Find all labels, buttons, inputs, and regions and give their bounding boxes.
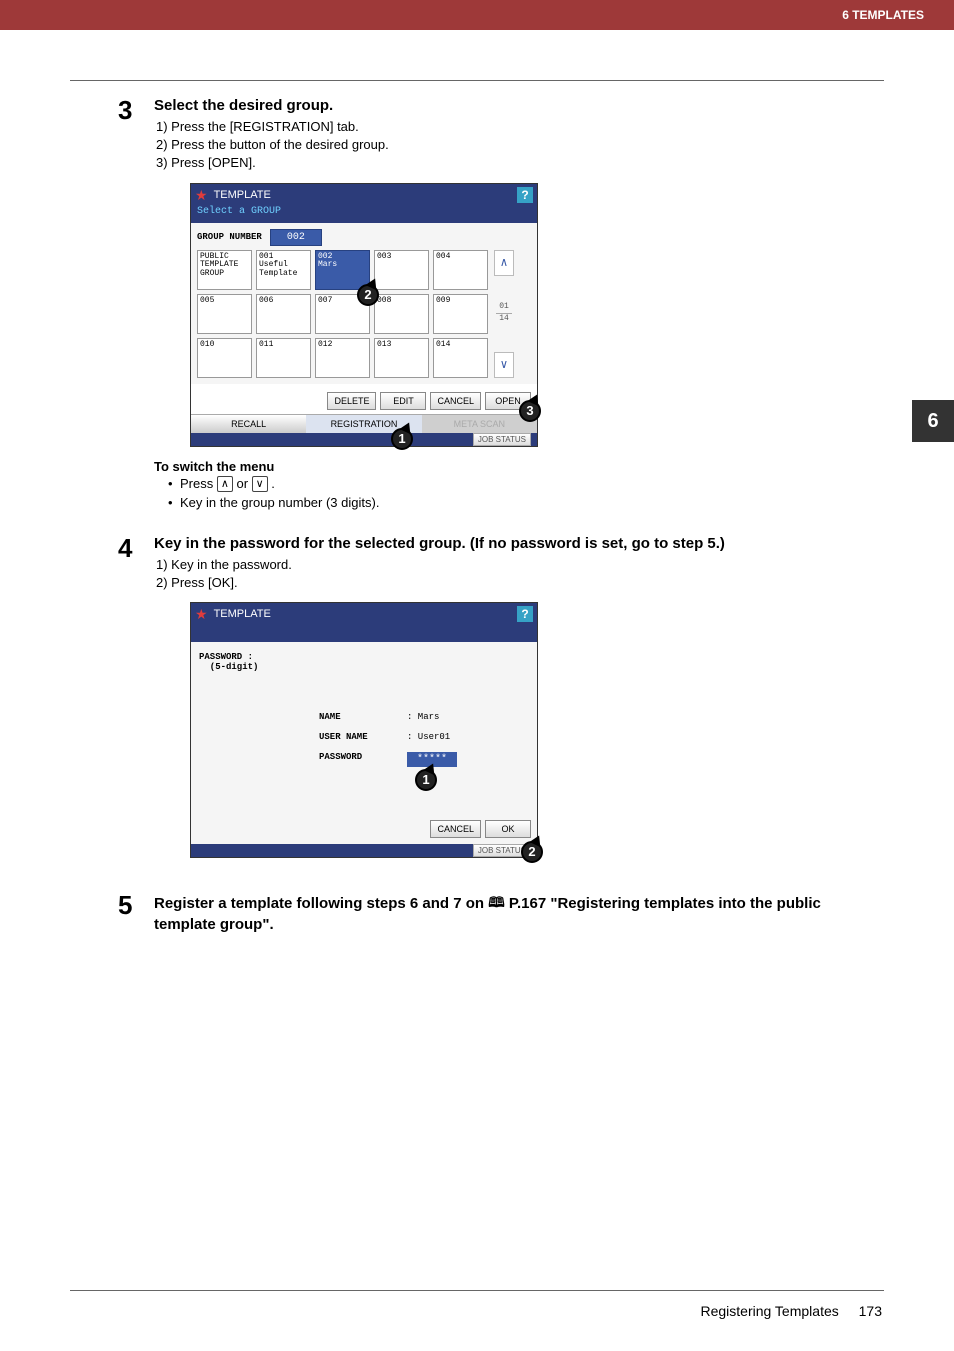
callout-marker: 1: [391, 428, 413, 450]
step-3: 3 Select the desired group. 1) Press the…: [118, 97, 864, 513]
tab-recall[interactable]: RECALL: [191, 414, 306, 433]
group-cell-public[interactable]: PUBLIC TEMPLATE GROUP: [197, 250, 252, 290]
step-line: 1) Key in the password.: [156, 556, 864, 574]
switch-menu-title: To switch the menu: [154, 459, 864, 474]
step-number: 4: [118, 535, 148, 561]
group-cell[interactable]: 004: [433, 250, 488, 290]
scroll-down-button[interactable]: ∨: [494, 352, 514, 378]
help-button[interactable]: ?: [517, 606, 533, 622]
step-line: 3) Press [OPEN].: [156, 154, 864, 172]
group-cell-selected[interactable]: 002Mars: [315, 250, 370, 290]
group-cell[interactable]: 005: [197, 294, 252, 334]
step-line: 1) Press the [REGISTRATION] tab.: [156, 118, 864, 136]
switch-menu-item: Press ∧ or ∨ .: [168, 474, 864, 494]
password-label: PASSWORD : (5-digit): [199, 652, 529, 672]
arrow-down-icon: ∨: [252, 476, 268, 492]
step-title: Register a template following steps 6 an…: [154, 892, 864, 933]
book-reference-icon: 🕮: [488, 892, 505, 916]
step-line: 2) Press the button of the desired group…: [156, 136, 864, 154]
page-indicator: 0114: [494, 303, 514, 324]
scroll-up-button[interactable]: ∧: [494, 250, 514, 276]
ok-button[interactable]: OK: [485, 820, 531, 838]
step-4: 4 Key in the password for the selected g…: [118, 535, 864, 870]
arrow-up-icon: ∧: [217, 476, 233, 492]
footer-rule: [70, 1290, 884, 1291]
chapter-header: 6 TEMPLATES: [0, 0, 954, 30]
help-button[interactable]: ?: [517, 187, 533, 203]
edit-button[interactable]: EDIT: [380, 392, 426, 410]
group-cell[interactable]: 013: [374, 338, 429, 378]
chapter-side-tab: 6: [912, 400, 954, 442]
callout-marker: 1: [415, 769, 437, 791]
star-icon: ★: [195, 606, 208, 623]
step-line: 2) Press [OK].: [156, 574, 864, 592]
page-footer: Registering Templates 173: [700, 1303, 882, 1319]
group-cell[interactable]: 012: [315, 338, 370, 378]
star-icon: ★: [195, 187, 208, 204]
step-title: Key in the password for the selected gro…: [154, 535, 864, 552]
screenshot-password: ★ TEMPLATE ? PASSWORD : (5-digit) NAME : …: [190, 602, 538, 858]
job-status-button[interactable]: JOB STATUS: [473, 433, 531, 446]
group-number-input[interactable]: 002: [270, 229, 322, 246]
switch-menu-item: Key in the group number (3 digits).: [168, 493, 864, 513]
password-field-label: PASSWORD: [319, 752, 379, 767]
group-cell[interactable]: 011: [256, 338, 311, 378]
group-cell[interactable]: 003: [374, 250, 429, 290]
group-cell[interactable]: 008: [374, 294, 429, 334]
step-title: Select the desired group.: [154, 97, 864, 114]
group-cell[interactable]: 014: [433, 338, 488, 378]
step-number: 3: [118, 97, 148, 123]
group-cell[interactable]: 009: [433, 294, 488, 334]
step-5: 5 Register a template following steps 6 …: [118, 892, 864, 937]
cancel-button[interactable]: CANCEL: [430, 820, 481, 838]
screen-subtitle: Select a GROUP: [195, 204, 533, 223]
group-number-label: GROUP NUMBER: [197, 232, 262, 242]
callout-marker: 2: [357, 284, 379, 306]
group-cell[interactable]: 010: [197, 338, 252, 378]
name-value: : Mars: [407, 712, 439, 722]
delete-button[interactable]: DELETE: [327, 392, 376, 410]
group-cell[interactable]: 001Useful Template: [256, 250, 311, 290]
username-value: : User01: [407, 732, 450, 742]
cancel-button[interactable]: CANCEL: [430, 392, 481, 410]
screenshot-template-groups: ★ TEMPLATE ? Select a GROUP GROUP NUMBER…: [190, 183, 538, 447]
callout-marker: 3: [519, 400, 541, 422]
screen-title: TEMPLATE: [214, 189, 271, 201]
footer-section: Registering Templates: [700, 1303, 838, 1319]
name-label: NAME: [319, 712, 379, 722]
callout-marker: 2: [521, 841, 543, 863]
footer-page-number: 173: [859, 1303, 882, 1319]
screen-title: TEMPLATE: [214, 608, 271, 620]
username-label: USER NAME: [319, 732, 379, 742]
step-number: 5: [118, 892, 148, 918]
group-cell[interactable]: 006: [256, 294, 311, 334]
